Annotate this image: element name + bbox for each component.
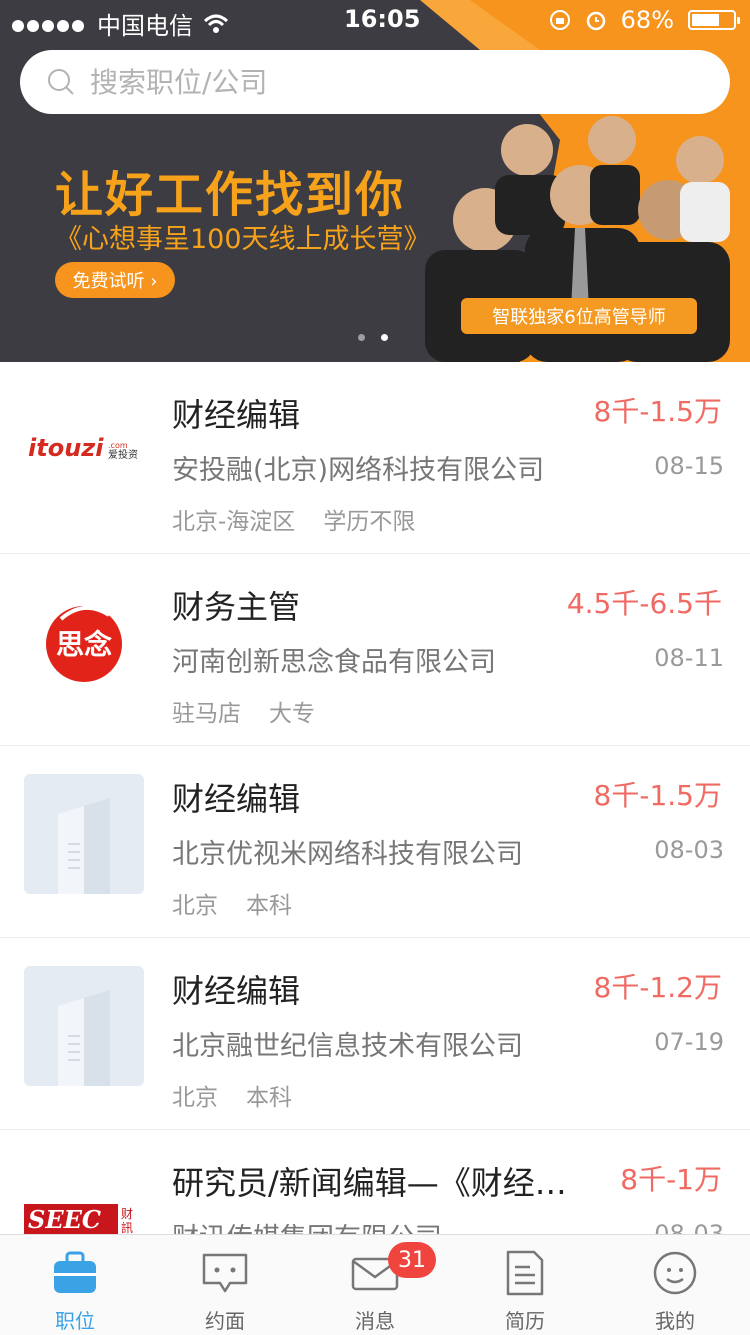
signal-icon — [12, 10, 87, 38]
job-location: 北京 — [172, 893, 218, 919]
job-education: 本科 — [246, 893, 292, 919]
job-item[interactable]: SEEC 财 訊 研究员/新闻编辑—《财经… 8千-1万 财讯传媒集团有限公司 … — [0, 1130, 750, 1234]
alarm-icon — [586, 11, 605, 31]
job-title: 研究员/新闻编辑—《财经… — [172, 1164, 567, 1202]
svg-text:訊: 訊 — [121, 1220, 133, 1234]
carrier-name: 中国电信 — [97, 12, 193, 40]
briefcase-icon — [54, 1251, 96, 1293]
job-item[interactable]: 财经编辑 8千-1.5万 北京优视米网络科技有限公司 08-03 北京 本科 — [0, 746, 750, 938]
job-tags: 驻马店 大专 — [172, 694, 315, 728]
job-salary: 8千-1.2万 — [593, 971, 722, 1004]
job-location: 北京 — [172, 1085, 218, 1111]
job-education: 本科 — [246, 1085, 292, 1111]
job-location: 北京-海淀区 — [172, 509, 296, 535]
battery-percent: 68% — [620, 6, 674, 34]
orientation-lock-icon — [549, 10, 570, 30]
job-salary: 8千-1万 — [620, 1163, 722, 1196]
job-tags: 北京 本科 — [172, 886, 292, 920]
tab-label: 职位 — [55, 1309, 95, 1333]
status-bar: 中国电信 16:05 68% — [0, 0, 750, 40]
post-date: 07-19 — [654, 1028, 724, 1056]
sinian-logo: 思念 — [24, 582, 144, 702]
tab-profile[interactable]: 我的 — [600, 1235, 750, 1335]
search-bar[interactable] — [20, 50, 730, 114]
post-date: 08-11 — [654, 644, 724, 672]
job-item[interactable]: 财经编辑 8千-1.2万 北京融世纪信息技术有限公司 07-19 北京 本科 — [0, 938, 750, 1130]
svg-text:财: 财 — [121, 1207, 133, 1221]
banner-subtitle: 《心想事呈100天线上成长营》 — [55, 224, 431, 255]
free-trial-button[interactable]: 免费试听 › — [55, 262, 175, 298]
job-list: itouzi .com 爱投资 财经编辑 8千-1.5万 安投融(北京)网络科技… — [0, 362, 750, 1234]
placeholder-building-logo — [24, 774, 144, 894]
job-title: 财务主管 — [172, 588, 301, 626]
battery-icon — [688, 10, 740, 30]
job-location: 驻马店 — [172, 701, 241, 727]
company-name: 河南创新思念食品有限公司 — [172, 647, 496, 678]
pager-dot-active — [381, 334, 388, 341]
company-name: 北京融世纪信息技术有限公司 — [172, 1031, 523, 1062]
job-tags: 北京-海淀区 学历不限 — [172, 502, 415, 536]
tab-label: 我的 — [655, 1309, 695, 1333]
svg-text:itouzi: itouzi — [28, 434, 104, 462]
job-education: 学历不限 — [323, 509, 416, 535]
post-date: 08-15 — [654, 452, 724, 480]
company-name: 北京优视米网络科技有限公司 — [172, 839, 523, 870]
job-salary: 4.5千-6.5千 — [566, 587, 722, 620]
tab-label: 简历 — [505, 1309, 545, 1333]
tab-bar: 职位 约面 消息 简历 我的 — [0, 1234, 750, 1335]
job-title: 财经编辑 — [172, 972, 301, 1010]
status-time: 16:05 — [344, 5, 421, 33]
post-date: 08-03 — [654, 836, 724, 864]
tab-label: 约面 — [205, 1309, 245, 1333]
pager-dot — [358, 334, 365, 341]
messages-badge: 31 — [388, 1242, 436, 1278]
tab-label: 消息 — [355, 1309, 395, 1333]
tab-resume[interactable]: 简历 — [450, 1235, 600, 1335]
job-item[interactable]: itouzi .com 爱投资 财经编辑 8千-1.5万 安投融(北京)网络科技… — [0, 362, 750, 554]
job-title: 财经编辑 — [172, 780, 301, 818]
job-salary: 8千-1.5万 — [593, 395, 722, 428]
svg-text:SEEC: SEEC — [28, 1205, 101, 1234]
job-salary: 8千-1.5万 — [593, 779, 722, 812]
mentor-tag: 智联独家6位高管导师 — [461, 298, 697, 334]
itouzi-logo: itouzi .com 爱投资 — [24, 390, 144, 510]
document-icon — [506, 1250, 544, 1296]
banner-title: 让好工作找到你 — [55, 167, 406, 223]
post-date: 08-03 — [654, 1220, 724, 1234]
company-name: 财讯传媒集团有限公司 — [172, 1216, 442, 1234]
banner-pager — [358, 334, 388, 341]
user-icon — [653, 1251, 697, 1295]
svg-text:爱投资: 爱投资 — [108, 448, 138, 461]
search-icon — [48, 69, 74, 95]
svg-text:.com: .com — [108, 441, 128, 450]
job-title: 财经编辑 — [172, 396, 301, 434]
tab-jobs[interactable]: 职位 — [0, 1235, 150, 1335]
tab-interviews[interactable]: 约面 — [150, 1235, 300, 1335]
job-education: 大专 — [269, 701, 315, 727]
search-input[interactable] — [88, 64, 692, 100]
job-tags: 北京 本科 — [172, 1078, 292, 1112]
company-name: 安投融(北京)网络科技有限公司 — [172, 455, 545, 486]
seec-logo: SEEC 财 訊 — [24, 1158, 144, 1234]
promo-banner[interactable]: 中国电信 16:05 68% 让好工作找到 — [0, 0, 750, 362]
placeholder-building-logo — [24, 966, 144, 1086]
job-item[interactable]: 思念 财务主管 4.5千-6.5千 河南创新思念食品有限公司 08-11 驻马店… — [0, 554, 750, 746]
chat-bubble-icon — [202, 1253, 248, 1293]
wifi-icon — [203, 14, 229, 33]
svg-text:思念: 思念 — [56, 628, 112, 661]
